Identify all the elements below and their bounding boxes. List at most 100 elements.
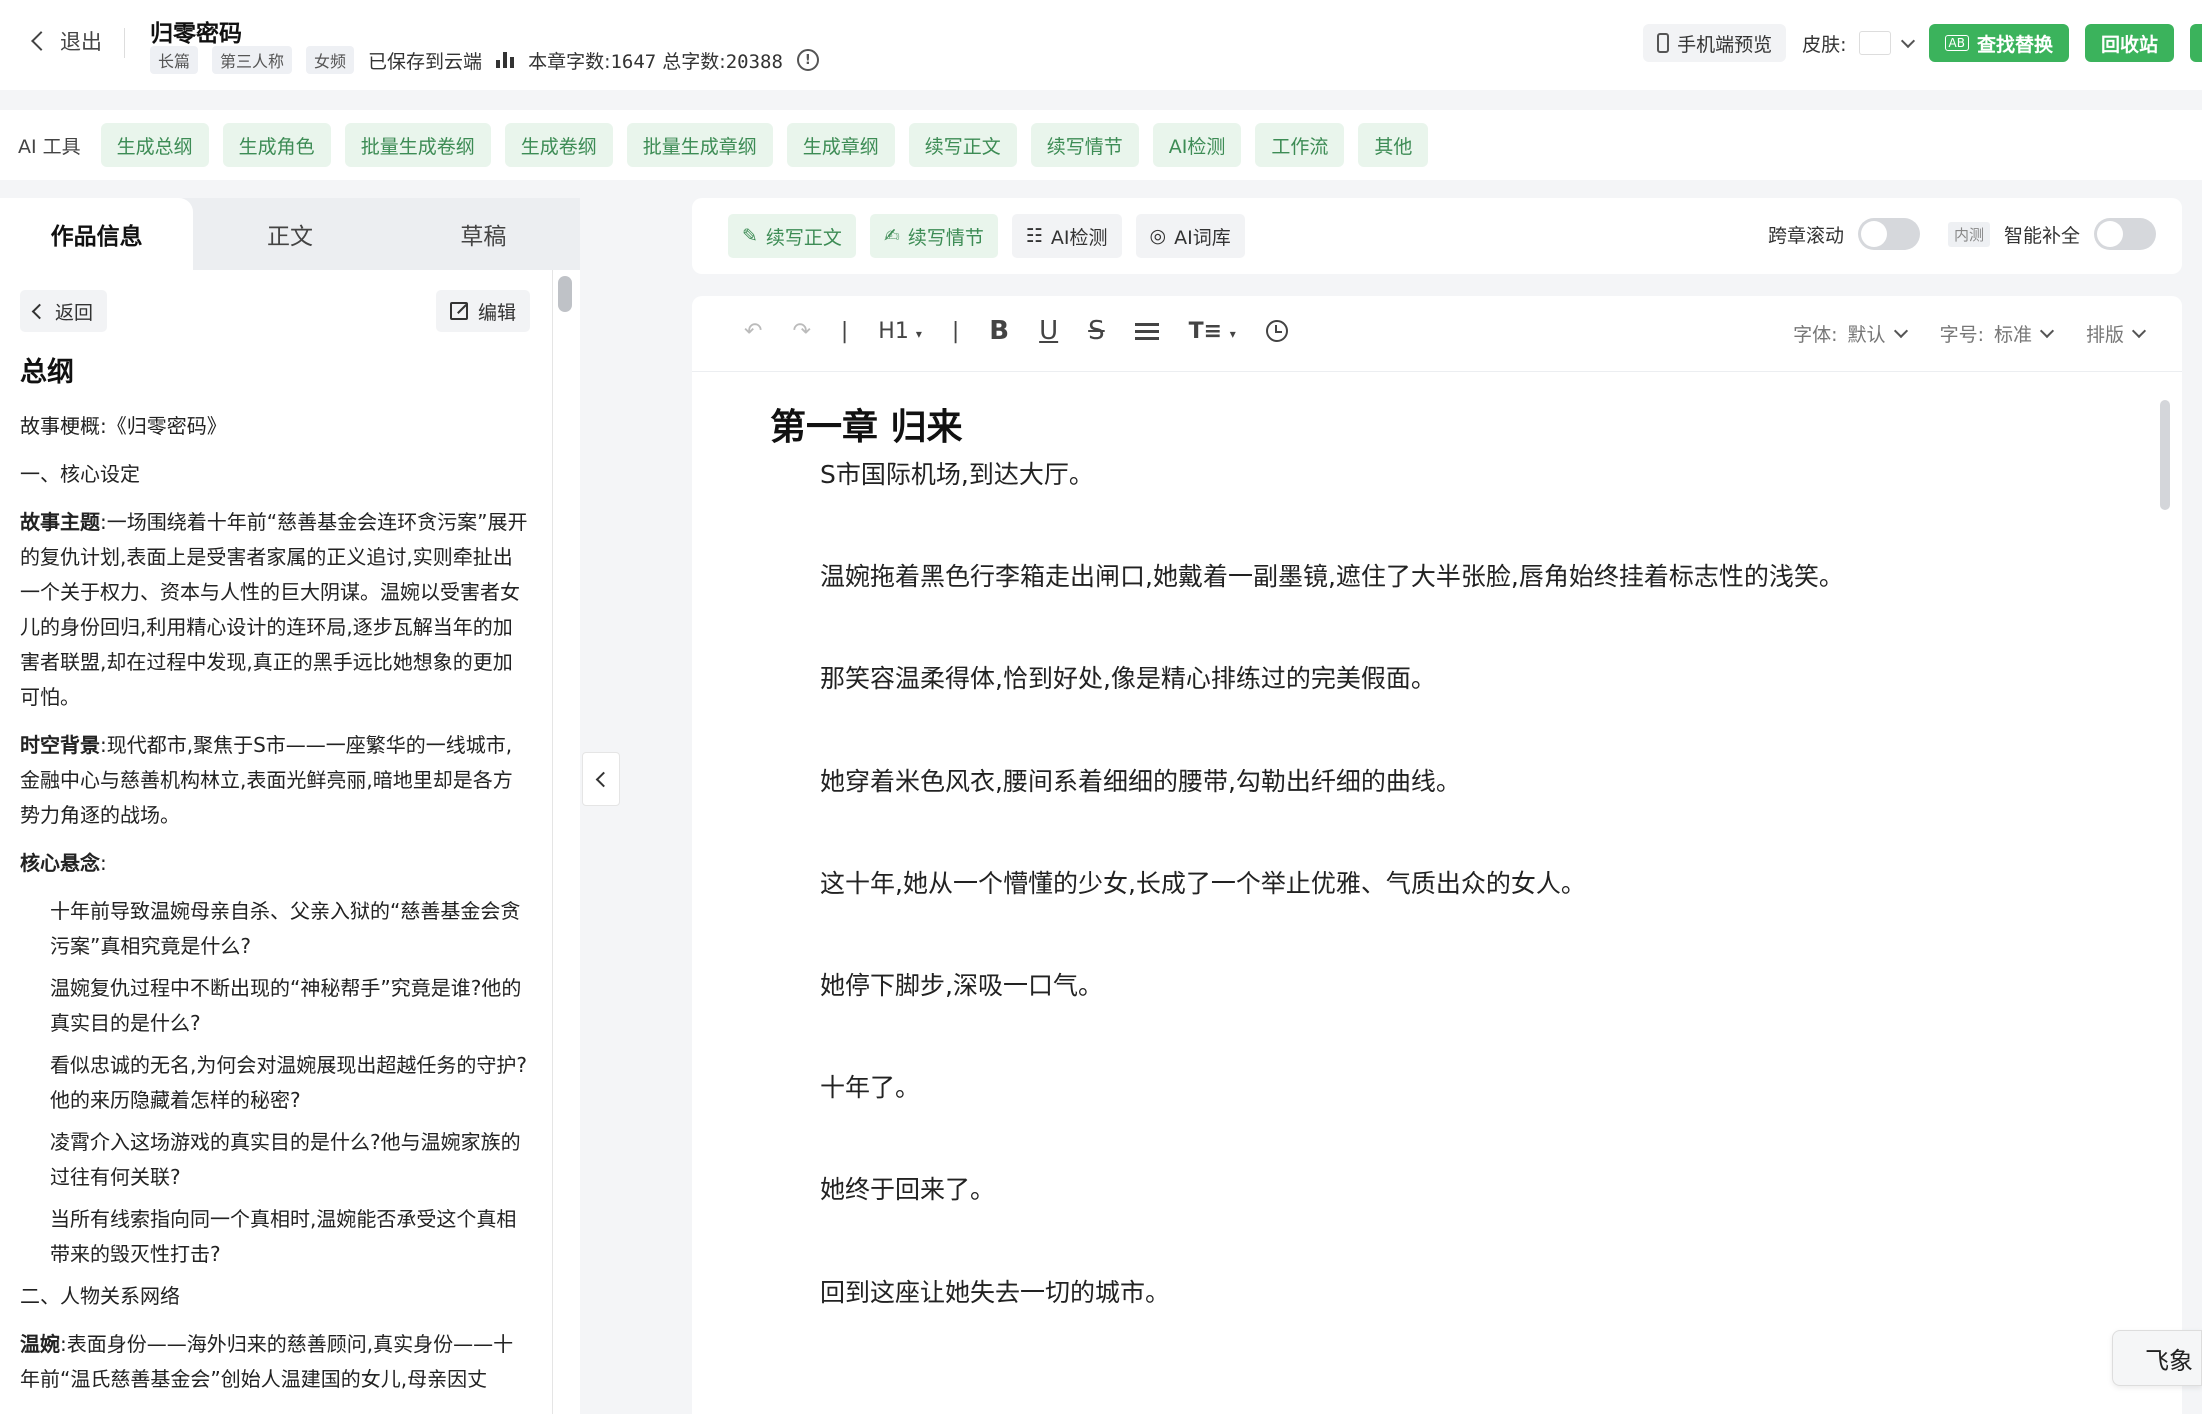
ai-tool-generate-character[interactable]: 生成角色 xyxy=(222,123,331,167)
list-item: 看似忠诚的无名,为何会对温婉展现出超越任务的守护?他的来历隐藏着怎样的秘密? xyxy=(50,1053,527,1112)
separator: | xyxy=(840,318,849,344)
find-replace-button[interactable]: AB 查找替换 xyxy=(1928,24,2069,62)
chapter-title[interactable]: 第一章 归来 xyxy=(770,398,963,450)
outline-heading: 总纲 xyxy=(20,357,74,388)
ai-tool-chapter-outline[interactable]: 生成章纲 xyxy=(786,123,895,167)
editor-scrollbar-thumb[interactable] xyxy=(2160,400,2170,510)
tag-length: 长篇 xyxy=(150,46,199,74)
work-meta: 长篇 第三人称 女频 已保存到云端 本章字数:1647 总字数:20388 ! xyxy=(150,46,819,74)
header-divider xyxy=(124,28,125,58)
bar-chart-icon xyxy=(496,52,515,68)
section-core-settings: 一、核心设定 xyxy=(20,462,140,486)
pin-icon: ◎ xyxy=(1149,225,1167,247)
mobile-preview-button[interactable]: 手机端预览 xyxy=(1643,24,1787,62)
collapse-panel-button[interactable] xyxy=(582,752,620,806)
cross-chapter-scroll-toggle[interactable] xyxy=(1857,218,1920,250)
size-selector[interactable]: 字号: 标准 xyxy=(1940,320,2055,347)
left-panel: 作品信息 正文 草稿 返回 编辑 总纲 故事梗概:《归零密码》 一、核心设定 故… xyxy=(0,198,580,1414)
redo-icon[interactable]: ↷ xyxy=(792,319,810,344)
undo-icon[interactable]: ↶ xyxy=(744,319,762,344)
ai-detect-button[interactable]: ☷ AI检测 xyxy=(1011,214,1122,258)
strikethrough-icon[interactable]: S xyxy=(1088,316,1105,346)
search-doc-icon: ☷ xyxy=(1025,225,1043,247)
ai-tool-continue-plot[interactable]: 续写情节 xyxy=(1030,123,1139,167)
ai-tool-batch-volume-outline[interactable]: 批量生成卷纲 xyxy=(344,123,491,167)
ai-tool-batch-chapter-outline[interactable]: 批量生成章纲 xyxy=(626,123,773,167)
work-title: 归零密码 xyxy=(150,21,242,47)
edit-button[interactable]: 编辑 xyxy=(435,290,530,332)
back-button[interactable]: 返回 xyxy=(20,290,108,332)
edit-icon xyxy=(449,302,468,320)
list-item: 凌霄介入这场游戏的真实目的是什么?他与温婉家族的过往有何关联? xyxy=(50,1130,521,1189)
chevron-left-icon xyxy=(31,303,48,319)
more-button-edge[interactable] xyxy=(2190,24,2202,62)
ai-tool-other[interactable]: 其他 xyxy=(1358,123,1429,167)
ai-tool-volume-outline[interactable]: 生成卷纲 xyxy=(504,123,613,167)
layout-selector[interactable]: 排版 xyxy=(2086,320,2147,347)
outline-panel: 返回 编辑 总纲 故事梗概:《归零密码》 一、核心设定 故事主题:一场围绕着十年… xyxy=(0,270,550,1414)
paragraph: 她穿着米色风衣,腰间系着细细的腰带,勾勒出纤细的曲线。 xyxy=(820,766,1461,796)
list-item: 十年前导致温婉母亲自杀、父亲入狱的“慈善基金会贪污案”真相究竟是什么? xyxy=(50,899,521,958)
suspense-heading: 核心悬念: xyxy=(20,851,107,875)
skin-selector[interactable]: 皮肤: xyxy=(1802,30,1915,57)
tag-pov: 第三人称 xyxy=(212,46,293,74)
chevron-left-icon xyxy=(595,771,611,787)
character-paragraph: 温婉:表面身份——海外归来的慈善顾问,真实身份——十年前“温氏慈善基金会”创始人… xyxy=(20,1332,514,1391)
format-toolbar: ↶ ↷ | H1 ▾ | B U S T≡ ▾ 字体: 默认 字号: 标准 排版 xyxy=(692,296,2182,372)
paragraph: 十年了。 xyxy=(820,1073,921,1103)
font-selector[interactable]: 字体: 默认 xyxy=(1793,320,1908,347)
continue-text-button[interactable]: ✎ 续写正文 xyxy=(728,214,856,258)
bold-icon[interactable]: B xyxy=(989,316,1009,346)
heading-dropdown[interactable]: H1 ▾ xyxy=(878,319,922,344)
paragraph: S市国际机场,到达大厅。 xyxy=(820,460,1094,489)
paragraph: 这十年,她从一个懵懂的少女,长成了一个举止优雅、气质出众的女人。 xyxy=(820,868,1586,898)
list-item: 温婉复仇过程中不断出现的“神秘帮手”究竟是谁?他的真实目的是什么? xyxy=(50,976,522,1035)
paragraph: 回到这座让她失去一切的城市。 xyxy=(820,1277,1171,1307)
paragraph: 她停下脚步,深吸一口气。 xyxy=(820,970,1103,1000)
ai-tool-continue-text[interactable]: 续写正文 xyxy=(908,123,1017,167)
left-scrollbar-thumb[interactable] xyxy=(558,276,572,312)
ai-tool-generate-outline[interactable]: 生成总纲 xyxy=(100,123,209,167)
tab-work-info[interactable]: 作品信息 xyxy=(0,198,194,270)
recycle-bin-button[interactable]: 回收站 xyxy=(2084,24,2174,62)
info-icon[interactable]: ! xyxy=(796,49,819,71)
top-header: 退出 归零密码 长篇 第三人称 女频 已保存到云端 本章字数:1647 总字数:… xyxy=(0,0,2202,90)
paragraph: 那笑容温柔得体,恰到好处,像是精心排练过的完美假面。 xyxy=(820,664,1436,694)
tab-main-text[interactable]: 正文 xyxy=(193,198,386,270)
save-status: 已保存到云端 xyxy=(368,50,483,73)
smart-fill-label: 智能补全 xyxy=(2003,224,2080,247)
phone-icon xyxy=(1657,33,1670,53)
left-scroll-track[interactable] xyxy=(552,270,553,1414)
chevron-down-icon xyxy=(1900,33,1915,48)
ai-tool-workflow[interactable]: 工作流 xyxy=(1255,123,1345,167)
ai-lexicon-button[interactable]: ◎ AI词库 xyxy=(1135,214,1245,258)
separator: | xyxy=(951,318,960,344)
history-icon[interactable] xyxy=(1265,320,1288,342)
pen-icon: ✍ xyxy=(883,225,900,247)
word-counts: 本章字数:1647 总字数:20388 xyxy=(528,50,783,73)
continue-plot-button[interactable]: ✍ 续写情节 xyxy=(869,214,998,258)
tab-drafts[interactable]: 草稿 xyxy=(387,198,580,270)
ai-tools-label: AI 工具 xyxy=(18,135,81,158)
underline-icon[interactable]: U xyxy=(1039,316,1058,346)
section-relations: 二、人物关系网络 xyxy=(20,1284,180,1308)
editor: ↶ ↷ | H1 ▾ | B U S T≡ ▾ 字体: 默认 字号: 标准 排版 第… xyxy=(692,296,2182,1414)
chevron-down-icon xyxy=(1893,323,1908,339)
document-body[interactable]: S市国际机场,到达大厅。 温婉拖着黑色行李箱走出闸口,她戴着一副墨镜,遮住了大半… xyxy=(820,456,2100,1376)
beta-badge: 内测 xyxy=(1947,221,1990,247)
find-replace-icon: AB xyxy=(1944,35,1969,51)
exit-button[interactable]: 退出 xyxy=(28,26,102,56)
feather-icon: ✎ xyxy=(742,225,758,247)
setting-paragraph: 时空背景:现代都市,聚焦于S市——一座繁华的一线城市,金融中心与慈善机构林立,表… xyxy=(20,733,513,827)
list-icon[interactable] xyxy=(1134,322,1159,340)
feishu-floating-button[interactable]: 飞象 xyxy=(2112,1330,2202,1386)
text-indent-icon[interactable]: T≡ ▾ xyxy=(1189,319,1236,344)
paragraph: 她终于回来了。 xyxy=(820,1175,996,1205)
theme-paragraph: 故事主题:一场围绕着十年前“慈善基金会连环贪污案”展开的复仇计划,表面上是受害者… xyxy=(20,510,528,709)
chevron-down-icon xyxy=(2131,323,2147,339)
list-item: 当所有线索指向同一个真相时,温婉能否承受这个真相带来的毁灭性打击? xyxy=(50,1207,517,1266)
smart-fill-toggle[interactable] xyxy=(2094,218,2156,250)
chevron-left-icon xyxy=(31,31,51,51)
ai-tool-ai-detect[interactable]: AI检测 xyxy=(1152,123,1242,167)
chevron-down-icon xyxy=(2039,323,2055,339)
